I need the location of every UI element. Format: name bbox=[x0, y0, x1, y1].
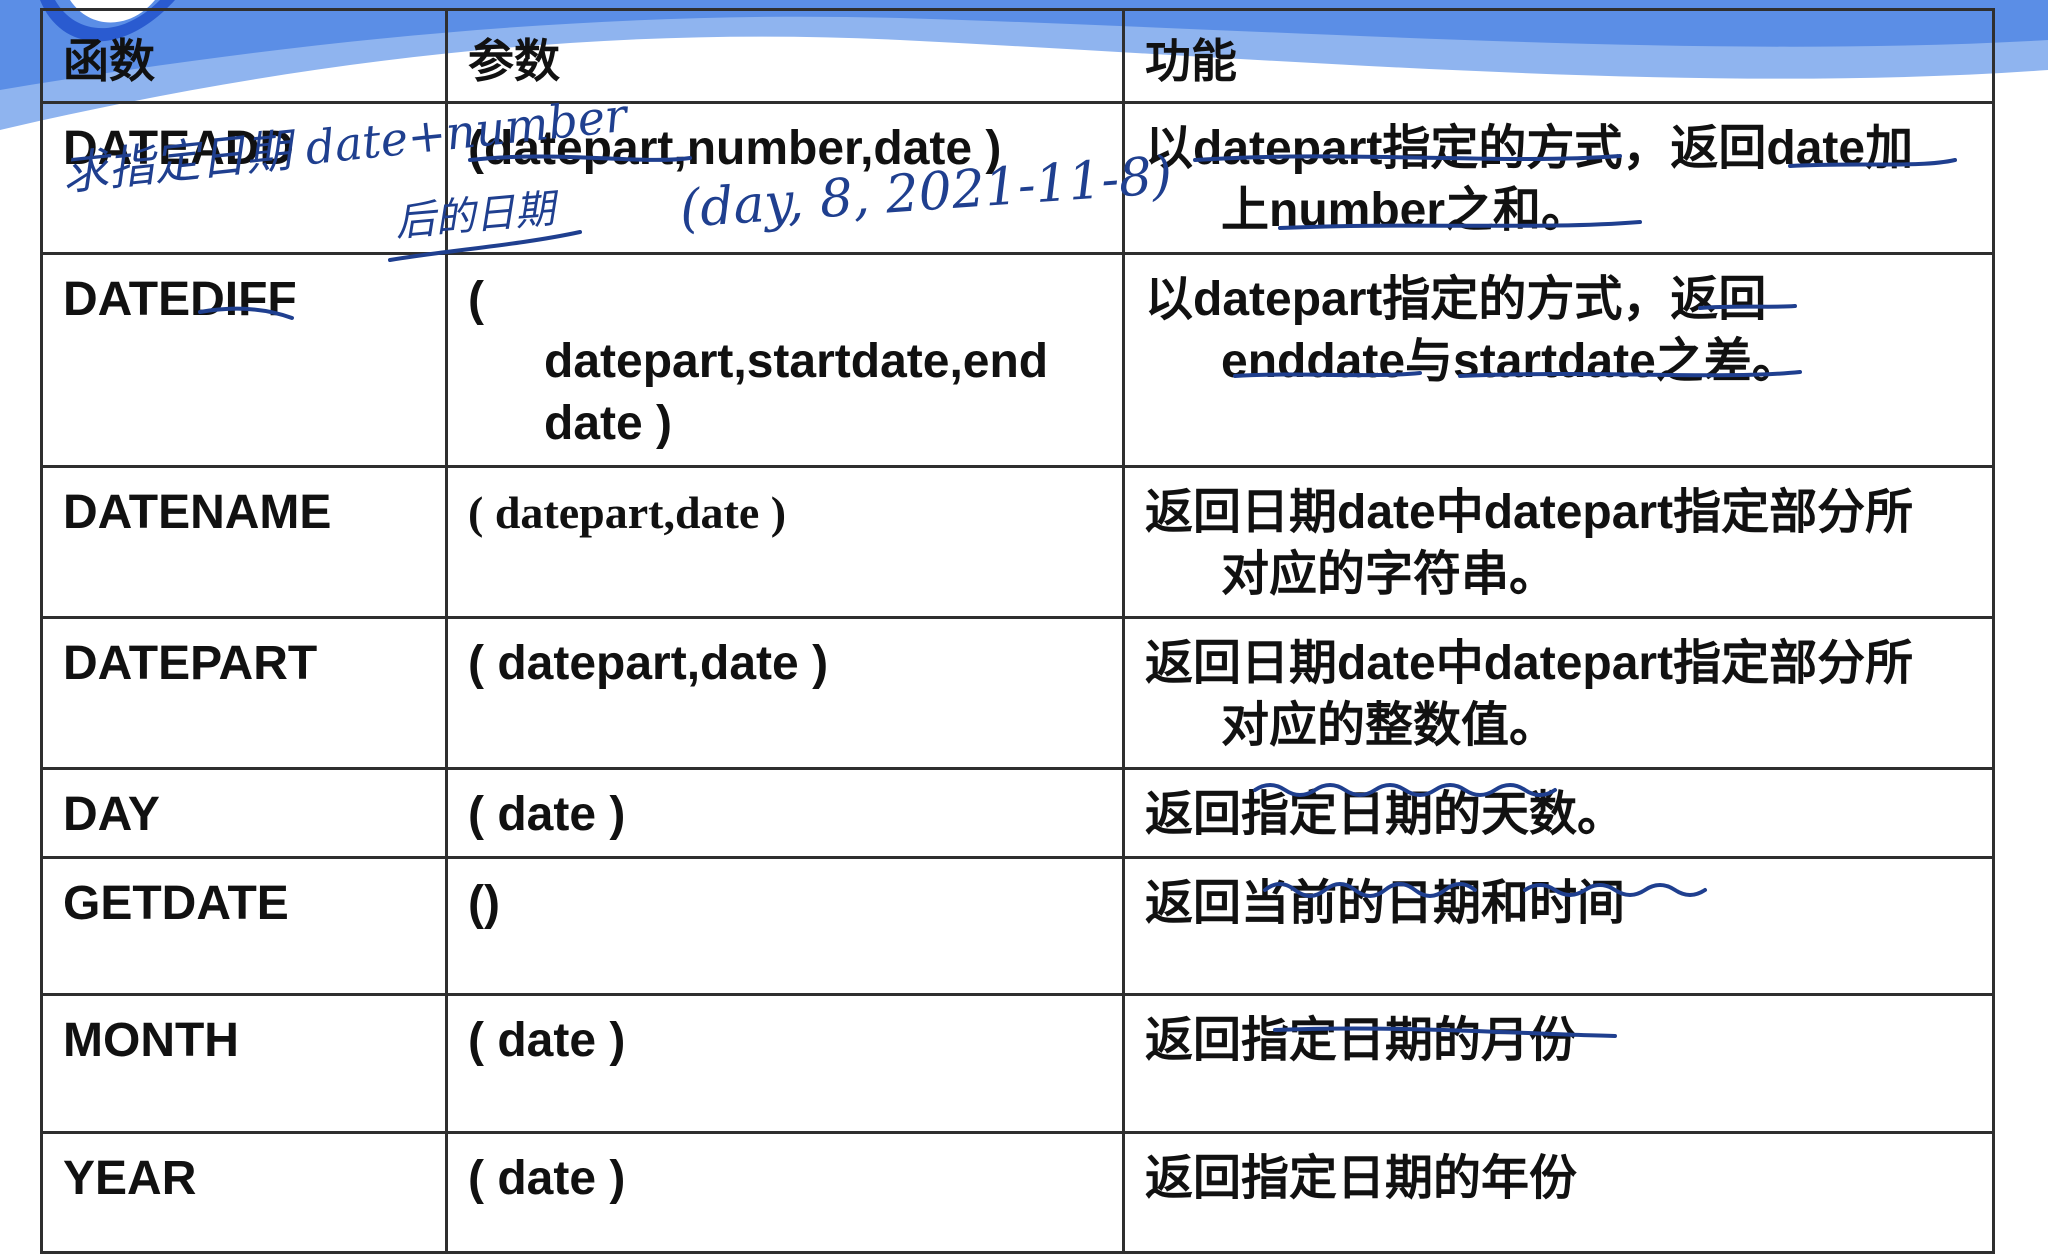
function-name: YEAR bbox=[40, 1131, 448, 1254]
header-function: 函数 bbox=[40, 8, 448, 104]
function-name: DATENAME bbox=[40, 465, 448, 619]
table-row: DATEDIFF ( datepart,startdate,end date )… bbox=[40, 252, 1995, 468]
table-row: DATEPART ( datepart,date ) 返回日期date中date… bbox=[40, 616, 1995, 770]
description-line: 返回指定日期的天数。 bbox=[1145, 788, 1626, 841]
params-line: ( date ) bbox=[468, 1014, 626, 1067]
description-line: 以datepart指定的方式，返回date加 bbox=[1145, 122, 1914, 175]
params-line: datepart,startdate,end bbox=[544, 335, 1049, 388]
params-line: () bbox=[468, 877, 500, 930]
description-line: 返回指定日期的月份 bbox=[1145, 1014, 1578, 1067]
function-description: 以datepart指定的方式，返回date加 上number之和。 bbox=[1122, 101, 1995, 255]
table-row: GETDATE () 返回当前的日期和时间 bbox=[40, 856, 1995, 996]
function-params: ( datepart,startdate,end date ) bbox=[445, 252, 1125, 468]
params-line: date ) bbox=[544, 397, 673, 450]
header-purpose: 功能 bbox=[1122, 8, 1995, 104]
params-line: ( datepart,date ) bbox=[468, 487, 787, 538]
function-params: ( date ) bbox=[445, 993, 1125, 1134]
function-description: 以datepart指定的方式，返回 enddate与startdate之差。 bbox=[1122, 252, 1995, 468]
function-description: 返回指定日期的天数。 bbox=[1122, 767, 1995, 859]
table-row: DAY ( date ) 返回指定日期的天数。 bbox=[40, 767, 1995, 859]
params-line: ( date ) bbox=[468, 1152, 626, 1205]
description-line: 对应的字符串。 bbox=[1221, 548, 1558, 601]
function-name: MONTH bbox=[40, 993, 448, 1134]
function-params: ( datepart,date ) bbox=[445, 465, 1125, 619]
table-header-row: 函数 参数 功能 bbox=[40, 8, 1995, 104]
function-name: GETDATE bbox=[40, 856, 448, 996]
function-description: 返回日期date中datepart指定部分所 对应的整数值。 bbox=[1122, 616, 1995, 770]
function-params: ( date ) bbox=[445, 1131, 1125, 1254]
function-params: () bbox=[445, 856, 1125, 996]
description-line: 对应的整数值。 bbox=[1221, 699, 1558, 752]
table-row: YEAR ( date ) 返回指定日期的年份 bbox=[40, 1131, 1995, 1254]
function-params: ( datepart,date ) bbox=[445, 616, 1125, 770]
description-line: 返回日期date中datepart指定部分所 bbox=[1145, 637, 1914, 690]
function-name: DATEDIFF bbox=[40, 252, 448, 468]
function-description: 返回指定日期的年份 bbox=[1122, 1131, 1995, 1254]
function-description: 返回日期date中datepart指定部分所 对应的字符串。 bbox=[1122, 465, 1995, 619]
function-description: 返回指定日期的月份 bbox=[1122, 993, 1995, 1134]
description-line: 以datepart指定的方式，返回 bbox=[1145, 273, 1767, 326]
description-line: 返回指定日期的年份 bbox=[1145, 1152, 1578, 1205]
params-line: ( bbox=[468, 273, 484, 326]
table-row: MONTH ( date ) 返回指定日期的月份 bbox=[40, 993, 1995, 1134]
params-line: ( date ) bbox=[468, 788, 626, 841]
function-name: DAY bbox=[40, 767, 448, 859]
table-row: DATENAME ( datepart,date ) 返回日期date中date… bbox=[40, 465, 1995, 619]
description-line: enddate与startdate之差。 bbox=[1221, 335, 1800, 388]
function-params: ( date ) bbox=[445, 767, 1125, 859]
description-line: 上number之和。 bbox=[1221, 184, 1590, 237]
description-line: 返回日期date中datepart指定部分所 bbox=[1145, 486, 1914, 539]
function-name: DATEPART bbox=[40, 616, 448, 770]
function-description: 返回当前的日期和时间 bbox=[1122, 856, 1995, 996]
description-line: 返回当前的日期和时间 bbox=[1145, 877, 1626, 930]
params-line: ( datepart,date ) bbox=[468, 637, 829, 690]
